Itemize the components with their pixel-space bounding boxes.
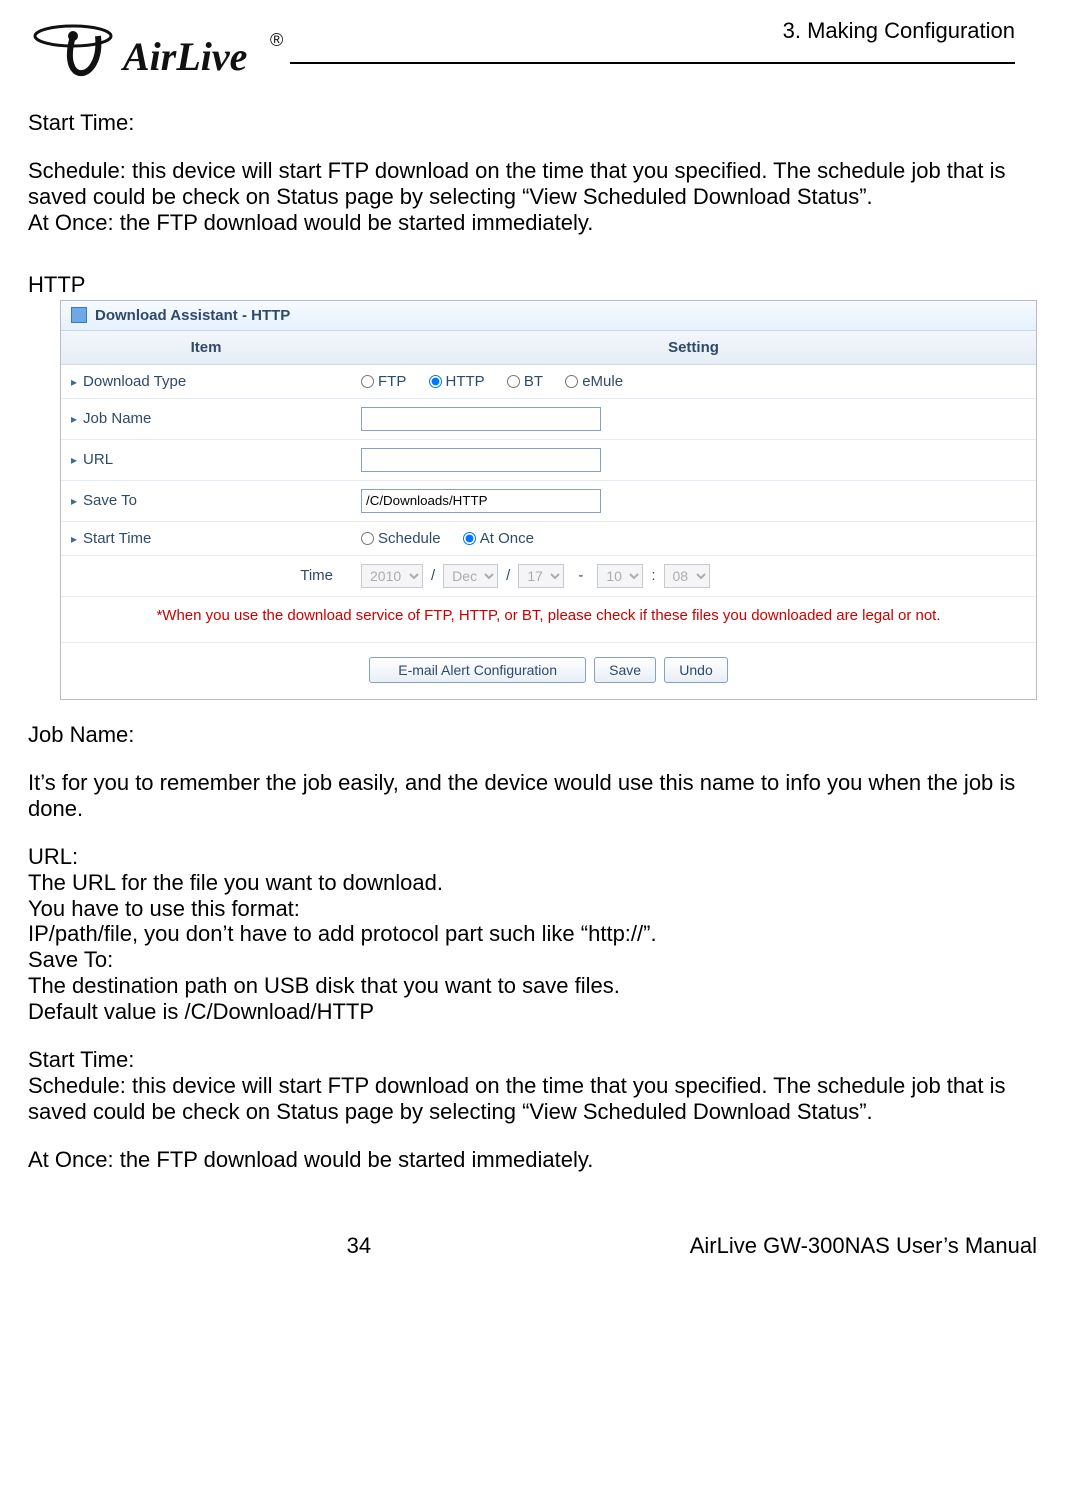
row-buttons: E-mail Alert Configuration Save Undo (61, 642, 1036, 699)
radio-bt[interactable] (507, 375, 520, 388)
caret-icon: ▸ (71, 532, 77, 546)
time-year-select[interactable]: 2010 (361, 564, 423, 588)
job-name-text: It’s for you to remember the job easily,… (28, 770, 1037, 822)
url-input[interactable] (361, 448, 601, 472)
time-month-select[interactable]: Dec (443, 564, 498, 588)
radio-bt-wrap[interactable]: BT (507, 373, 543, 390)
start-time-atonce-text: At Once: the FTP download would be start… (28, 210, 1037, 236)
job-name-title: Job Name: (28, 722, 1037, 748)
radio-schedule-wrap[interactable]: Schedule (361, 530, 441, 547)
row-warning: *When you use the download service of FT… (61, 596, 1036, 642)
radio-http-wrap[interactable]: HTTP (429, 373, 485, 390)
panel-title-text: Download Assistant - HTTP (95, 307, 290, 324)
caret-icon: ▸ (71, 412, 77, 426)
caret-icon: ▸ (71, 494, 77, 508)
save-to-line2: Default value is /C/Download/HTTP (28, 999, 1037, 1025)
radio-emule-wrap[interactable]: eMule (565, 373, 623, 390)
save-to-line1: The destination path on USB disk that yo… (28, 973, 1037, 999)
row-url: ▸ URL (61, 439, 1036, 480)
radio-schedule[interactable] (361, 532, 374, 545)
panel-title-icon (71, 307, 87, 323)
row-job-name: ▸ Job Name (61, 398, 1036, 439)
radio-atonce-wrap[interactable]: At Once (463, 530, 534, 547)
row-time: Time 2010 / Dec / 17 - 10 : 08 (61, 555, 1036, 596)
start-time-title: Start Time: (28, 110, 1037, 136)
url-title: URL: (28, 844, 1037, 870)
radio-ftp-wrap[interactable]: FTP (361, 373, 406, 390)
start-time-lower-title: Start Time: (28, 1047, 1037, 1073)
panel-titlebar: Download Assistant - HTTP (61, 301, 1036, 331)
download-type-label: Download Type (83, 373, 186, 390)
airlive-logo: AirLive ® (28, 18, 288, 93)
url-line2: You have to use this format: (28, 896, 1037, 922)
save-to-label: Save To (83, 492, 137, 509)
row-save-to: ▸ Save To (61, 480, 1036, 521)
warning-text: *When you use the download service of FT… (61, 596, 1036, 642)
radio-atonce[interactable] (463, 532, 476, 545)
save-button[interactable]: Save (594, 657, 656, 683)
row-start-time: ▸ Start Time Schedule At Once (61, 521, 1036, 555)
radio-emule[interactable] (565, 375, 578, 388)
caret-icon: ▸ (71, 453, 77, 467)
start-time-lower-p1: Schedule: this device will start FTP dow… (28, 1073, 1037, 1125)
radio-ftp[interactable] (361, 375, 374, 388)
caret-icon: ▸ (71, 375, 77, 389)
start-time-schedule-text: Schedule: this device will start FTP dow… (28, 158, 1037, 210)
time-minute-select[interactable]: 08 (664, 564, 710, 588)
save-to-title: Save To: (28, 947, 1037, 973)
time-row-label: Time (300, 567, 333, 584)
start-time-row-label: Start Time (83, 530, 151, 547)
email-alert-button[interactable]: E-mail Alert Configuration (369, 657, 586, 683)
http-heading: HTTP (28, 272, 1037, 298)
header-divider (290, 62, 1015, 64)
col-item-header: Item (61, 331, 351, 365)
url-line1: The URL for the file you want to downloa… (28, 870, 1037, 896)
job-name-input[interactable] (361, 407, 601, 431)
radio-http[interactable] (429, 375, 442, 388)
save-to-input[interactable] (361, 489, 601, 513)
time-day-select[interactable]: 17 (518, 564, 564, 588)
url-label: URL (83, 451, 113, 468)
page-number: 34 (347, 1233, 371, 1259)
logo-text: AirLive (120, 34, 247, 79)
url-line3: IP/path/file, you don’t have to add prot… (28, 921, 1037, 947)
time-hour-select[interactable]: 10 (597, 564, 643, 588)
chapter-heading: 3. Making Configuration (783, 18, 1015, 44)
job-name-label: Job Name (83, 410, 151, 427)
row-download-type: ▸ Download Type FTP HTTP BT eMule (61, 364, 1036, 398)
download-assistant-panel: Download Assistant - HTTP Item Setting ▸… (60, 300, 1037, 700)
manual-title: AirLive GW-300NAS User’s Manual (690, 1233, 1037, 1259)
start-time-lower-p2: At Once: the FTP download would be start… (28, 1147, 1037, 1173)
svg-text:®: ® (270, 30, 283, 50)
undo-button[interactable]: Undo (664, 657, 727, 683)
col-setting-header: Setting (351, 331, 1036, 365)
